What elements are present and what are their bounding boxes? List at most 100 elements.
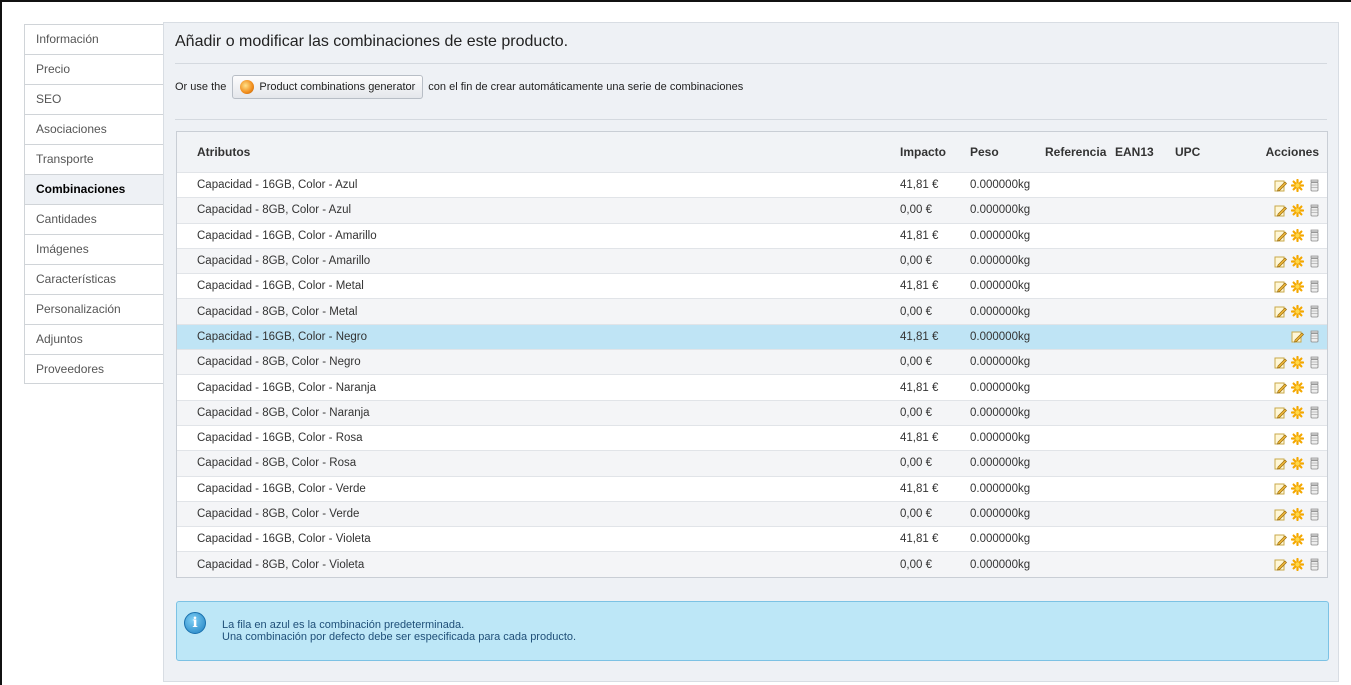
delete-icon[interactable] (1308, 482, 1321, 495)
header-referencia[interactable]: Referencia (1045, 145, 1115, 159)
table-row[interactable]: Capacidad - 16GB, Color - Metal 41,81 € 0.… (177, 273, 1327, 298)
delete-icon[interactable] (1308, 508, 1321, 521)
table-row[interactable]: Capacidad - 8GB, Color - Metal 0,00 € 0.00… (177, 298, 1327, 324)
header-peso[interactable]: Peso (970, 145, 1045, 159)
delete-icon[interactable] (1308, 457, 1321, 470)
delete-icon[interactable] (1308, 305, 1321, 318)
delete-icon[interactable] (1308, 533, 1321, 546)
table-row[interactable]: Capacidad - 8GB, Color - Amarillo 0,00 € 0… (177, 247, 1327, 274)
tab-personalizacion[interactable]: Personalización (24, 294, 164, 324)
cell-peso: 0.000000kg (970, 356, 1031, 369)
set-default-icon[interactable] (1291, 355, 1304, 369)
table-row[interactable]: Capacidad - 8GB, Color - Violeta 0,00 € 0.… (177, 551, 1327, 577)
edit-icon[interactable] (1274, 381, 1287, 394)
delete-icon[interactable] (1308, 204, 1321, 217)
cell-atributos: Capacidad - 8GB, Color - Amarillo (197, 255, 371, 268)
generator-button-label: Product combinations generator (259, 81, 416, 93)
header-upc[interactable]: UPC (1175, 145, 1230, 159)
edit-icon[interactable] (1274, 406, 1287, 419)
tab-transporte[interactable]: Transporte (24, 144, 164, 174)
tab-asociaciones[interactable]: Asociaciones (24, 114, 164, 144)
edit-icon[interactable] (1274, 533, 1287, 546)
cell-impacto: 41,81 € (900, 432, 939, 445)
cell-impacto: 0,00 € (900, 406, 932, 419)
delete-icon[interactable] (1308, 356, 1321, 369)
delete-icon[interactable] (1308, 179, 1321, 192)
edit-icon[interactable] (1274, 432, 1287, 445)
cell-impacto: 0,00 € (900, 508, 932, 520)
divider (175, 63, 1327, 64)
tab-caracteristicas[interactable]: Características (24, 264, 164, 294)
delete-icon[interactable] (1308, 432, 1321, 445)
table-row[interactable]: Capacidad - 16GB, Color - Amarillo 41,81 … (177, 222, 1327, 248)
set-default-icon[interactable] (1291, 406, 1304, 420)
tab-cantidades[interactable]: Cantidades (24, 204, 164, 234)
set-default-icon[interactable] (1291, 279, 1304, 293)
edit-icon[interactable] (1274, 356, 1287, 369)
set-default-icon[interactable] (1291, 203, 1304, 217)
table-row[interactable]: Capacidad - 8GB, Color - Rosa 0,00 € 0.000… (177, 450, 1327, 476)
set-default-icon[interactable] (1291, 456, 1304, 470)
table-row[interactable]: Capacidad - 8GB, Color - Naranja 0,00 € 0.… (177, 399, 1327, 425)
set-default-icon[interactable] (1291, 254, 1304, 268)
edit-icon[interactable] (1274, 204, 1287, 217)
table-row[interactable]: Capacidad - 8GB, Color - Azul 0,00 € 0.000… (177, 197, 1327, 223)
edit-icon[interactable] (1274, 305, 1287, 318)
edit-icon[interactable] (1274, 558, 1287, 571)
row-actions (1230, 279, 1327, 293)
table-row[interactable]: Capacidad - 16GB, Color - Violeta 41,81 €… (177, 526, 1327, 551)
delete-icon[interactable] (1308, 229, 1321, 242)
header-ean13[interactable]: EAN13 (1115, 145, 1175, 159)
edit-icon[interactable] (1274, 255, 1287, 268)
combinations-generator-button[interactable]: Product combinations generator (232, 75, 424, 99)
generator-prefix: Or use the (175, 81, 227, 93)
edit-icon[interactable] (1274, 229, 1287, 242)
set-default-icon[interactable] (1291, 482, 1304, 496)
delete-icon[interactable] (1308, 255, 1321, 268)
tab-informacion[interactable]: Información (24, 24, 164, 54)
delete-icon[interactable] (1308, 330, 1321, 343)
cell-peso: 0.000000kg (970, 255, 1031, 268)
table-row[interactable]: Capacidad - 16GB, Color - Rosa 41,81 € 0.0… (177, 424, 1327, 450)
set-default-icon[interactable] (1291, 381, 1304, 395)
tab-imagenes[interactable]: Imágenes (24, 234, 164, 264)
table-row[interactable]: Capacidad - 16GB, Color - Azul 41,81 € 0.0… (177, 172, 1327, 197)
table-row[interactable]: Capacidad - 8GB, Color - Verde 0,00 € 0.00… (177, 500, 1327, 527)
cell-peso: 0.000000kg (970, 330, 1031, 343)
cell-peso: 0.000000kg (970, 432, 1031, 445)
set-default-icon[interactable] (1291, 532, 1304, 546)
delete-icon[interactable] (1308, 280, 1321, 293)
info-line: La fila en azul es la combinación predet… (222, 619, 465, 631)
tab-combinaciones[interactable]: Combinaciones (24, 174, 164, 204)
header-impacto[interactable]: Impacto (900, 145, 970, 159)
delete-icon[interactable] (1308, 558, 1321, 571)
set-default-icon[interactable] (1291, 431, 1304, 445)
row-actions (1230, 229, 1327, 243)
cell-peso: 0.000000kg (970, 204, 1031, 217)
set-default-icon[interactable] (1291, 229, 1304, 243)
tab-seo[interactable]: SEO (24, 84, 164, 114)
edit-icon[interactable] (1274, 179, 1287, 192)
table-row[interactable]: Capacidad - 16GB, Color - Verde 41,81 € 0.… (177, 475, 1327, 501)
set-default-icon[interactable] (1291, 558, 1304, 572)
set-default-icon[interactable] (1291, 305, 1304, 319)
edit-icon[interactable] (1274, 280, 1287, 293)
tab-adjuntos[interactable]: Adjuntos (24, 324, 164, 354)
table-row[interactable]: Capacidad - 16GB, Color - Naranja 41,81 €… (177, 374, 1327, 399)
delete-icon[interactable] (1308, 406, 1321, 419)
cell-impacto: 41,81 € (900, 381, 939, 394)
table-row[interactable]: Capacidad - 16GB, Color - Negro 41,81 € 0.… (177, 323, 1327, 350)
header-atributos[interactable]: Atributos (177, 145, 900, 159)
set-default-icon[interactable] (1291, 507, 1304, 521)
cell-impacto: 41,81 € (900, 179, 939, 192)
table-row[interactable]: Capacidad - 8GB, Color - Negro 0,00 € 0.00… (177, 349, 1327, 375)
delete-icon[interactable] (1308, 381, 1321, 394)
edit-icon[interactable] (1291, 330, 1304, 343)
tab-proveedores[interactable]: Proveedores (24, 354, 164, 384)
edit-icon[interactable] (1274, 457, 1287, 470)
edit-icon[interactable] (1274, 482, 1287, 495)
edit-icon[interactable] (1274, 508, 1287, 521)
set-default-icon[interactable] (1291, 178, 1304, 192)
tab-precio[interactable]: Precio (24, 54, 164, 84)
divider (175, 119, 1327, 120)
